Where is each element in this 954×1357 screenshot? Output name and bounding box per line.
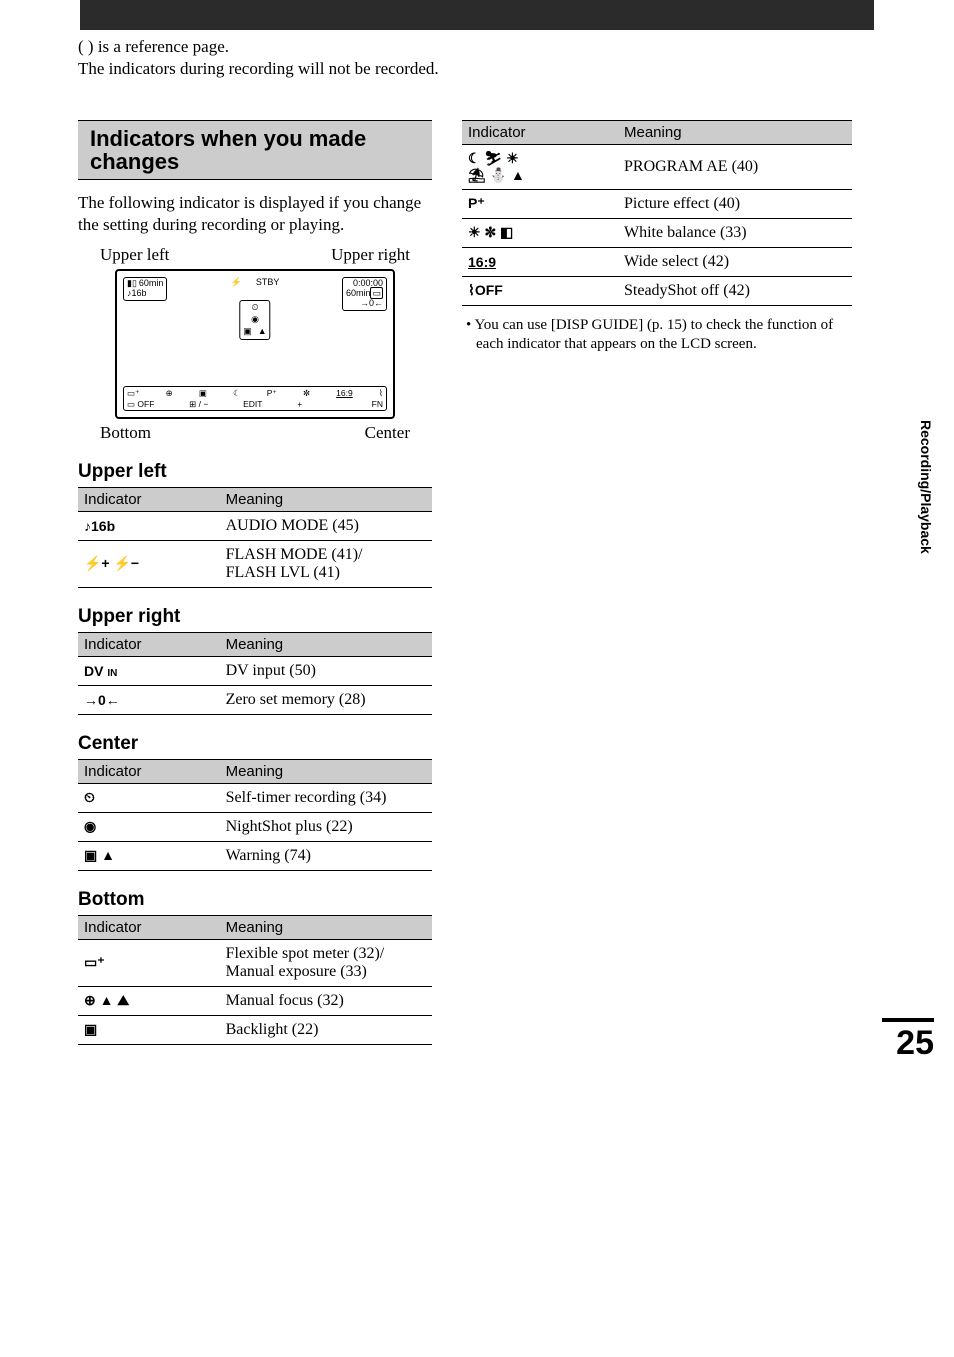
section-head-bottom: Bottom (78, 889, 432, 911)
table-row: ⊕ ▲ ⛰ Manual focus (32) (78, 986, 432, 1015)
th-indicator: Indicator (78, 632, 220, 656)
table-row: →0← Zero set memory (28) (78, 685, 432, 714)
diagram-top-labels: Upper left Upper right (100, 245, 410, 265)
table-row: ♪16b AUDIO MODE (45) (78, 511, 432, 540)
table-row: DV IN DV input (50) (78, 656, 432, 685)
th-meaning: Meaning (220, 632, 432, 656)
label-upper-right: Upper right (331, 245, 410, 265)
table-bottom-right: Indicator Meaning ☾ ⛷ ☀ ⛱ ⛄ ▲ PROGRAM AE… (462, 120, 852, 306)
th-meaning: Meaning (220, 915, 432, 939)
table-row: ⌇OFF SteadyShot off (42) (462, 276, 852, 305)
vf-upper-left-group: ▮▯60min ♪16b (123, 277, 167, 301)
table-center: Indicator Meaning ⏲ Self-timer recording… (78, 759, 432, 871)
diagram-bottom-labels: Bottom Center (100, 423, 410, 443)
table-upper-left: Indicator Meaning ♪16b AUDIO MODE (45) ⚡… (78, 487, 432, 588)
vf-center-group: ⏲ ◉ ▣ ▲ (239, 300, 270, 340)
intro-line-1: ( ) is a reference page. (78, 36, 874, 58)
th-meaning: Meaning (220, 759, 432, 783)
vf-upper-right-group: 0:00:00 60min▭ →0← (342, 277, 387, 311)
viewfinder-diagram: ▮▯60min ♪16b ⚡ STBY 0:00:00 60min▭ →0← ⏲ (115, 269, 395, 419)
label-upper-left: Upper left (100, 245, 169, 265)
banner-text: Indicators when you made changes (90, 127, 422, 173)
table-row: ☀ ✼ ◧ White balance (33) (462, 218, 852, 247)
th-indicator: Indicator (78, 487, 220, 511)
table-row: ▭⁺ Flexible spot meter (32)/ Manual expo… (78, 939, 432, 986)
table-row: ▣ Backlight (22) (78, 1015, 432, 1044)
disp-guide-note: • You can use [DISP GUIDE] (p. 15) to ch… (462, 316, 852, 354)
label-center: Center (365, 423, 410, 443)
table-bottom: Indicator Meaning ▭⁺ Flexible spot meter… (78, 915, 432, 1045)
section-head-upper-right: Upper right (78, 606, 432, 628)
table-row: 16:9 Wide select (42) (462, 247, 852, 276)
table-row: ⏲ Self-timer recording (34) (78, 783, 432, 812)
intro-text: ( ) is a reference page. The indicators … (78, 36, 874, 80)
section-banner: Indicators when you made changes (78, 120, 432, 180)
table-row: ⚡+ ⚡− FLASH MODE (41)/ FLASH LVL (41) (78, 540, 432, 587)
th-indicator: Indicator (78, 759, 220, 783)
intro-line-2: The indicators during recording will not… (78, 58, 874, 80)
vf-top-center: ⚡ STBY (231, 277, 280, 288)
table-upper-right: Indicator Meaning DV IN DV input (50) →0… (78, 632, 432, 715)
section-head-upper-left: Upper left (78, 461, 432, 483)
side-tab-label: Recording/Playback (918, 420, 934, 554)
th-meaning: Meaning (220, 487, 432, 511)
vf-bottom-group: ▭⁺ ⊕ ▣ ☾ P⁺ ✼ 16:9 ⌇ ▭ OFF ⊞ / − E (123, 386, 387, 411)
section-head-center: Center (78, 733, 432, 755)
top-dark-bar (80, 0, 874, 30)
th-indicator: Indicator (462, 121, 618, 145)
th-indicator: Indicator (78, 915, 220, 939)
banner-explain: The following indicator is displayed if … (78, 192, 432, 235)
table-row: ◉ NightShot plus (22) (78, 812, 432, 841)
label-bottom: Bottom (100, 423, 151, 443)
table-row: ☾ ⛷ ☀ ⛱ ⛄ ▲ PROGRAM AE (40) (462, 145, 852, 190)
cassette-icon: ▭ (370, 287, 383, 299)
table-row: P⁺ Picture effect (40) (462, 189, 852, 218)
table-row: ▣ ▲ Warning (74) (78, 841, 432, 870)
page-number: 25 (882, 1018, 934, 1063)
th-meaning: Meaning (618, 121, 852, 145)
